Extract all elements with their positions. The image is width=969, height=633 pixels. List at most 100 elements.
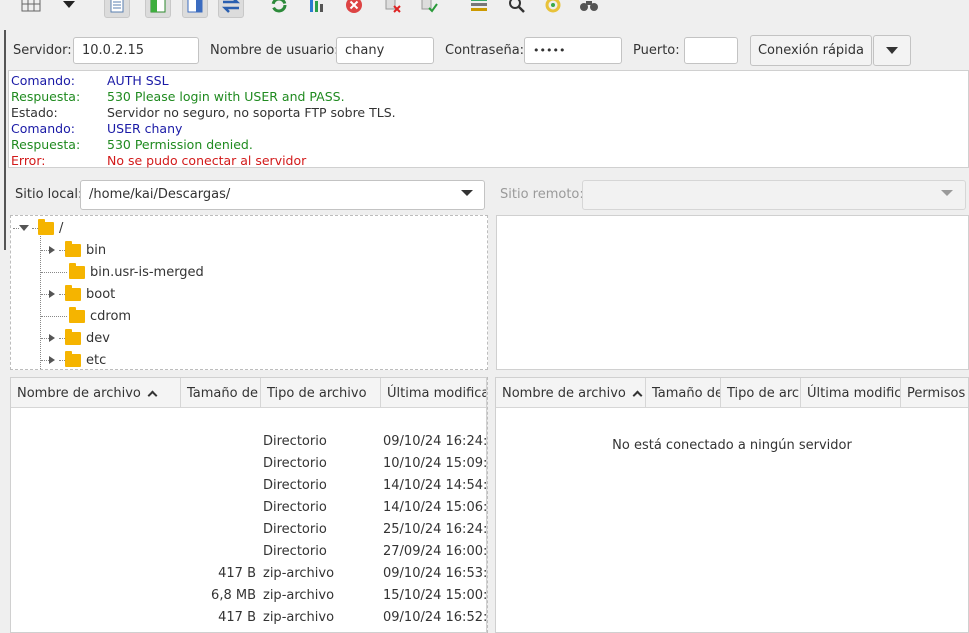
tree-node-label: bin.usr-is-merged: [90, 264, 204, 280]
collapsed-triangle-icon[interactable]: [49, 356, 55, 364]
log-message: 530 Please login with USER and PASS.: [107, 89, 345, 104]
remote-col-size[interactable]: Tamaño de: [646, 378, 721, 408]
file-type: Directorio: [263, 500, 327, 515]
collapsed-triangle-icon[interactable]: [49, 290, 55, 298]
reconnect-icon[interactable]: [416, 0, 442, 18]
col-modified[interactable]: Última modificació: [381, 378, 486, 408]
tree-node[interactable]: etc: [41, 349, 107, 369]
sort-ascending-icon: [147, 390, 158, 401]
find-files-icon[interactable]: [576, 0, 602, 18]
tree-node-label: etc: [86, 352, 107, 368]
tree-node[interactable]: bin: [41, 239, 106, 261]
toolbar: [0, 0, 969, 30]
remote-col-filename[interactable]: Nombre de archivo: [496, 378, 646, 408]
folder-icon: [69, 262, 85, 279]
log-type: Comando:: [11, 73, 75, 88]
col-size[interactable]: Tamaño de a: [181, 378, 261, 408]
log-message: AUTH SSL: [107, 73, 169, 88]
local-directory-tree[interactable]: / bin bin.usr-is-merged boot cdrom dev etc: [10, 215, 488, 370]
log-line: Comando: AUTH SSL: [9, 73, 968, 89]
file-row[interactable]: Spiegel Sans Trial FontsDirectorio10/10/…: [11, 453, 486, 475]
remote-col-permissions[interactable]: Permisos: [901, 378, 968, 408]
remote-file-list[interactable]: Nombre de archivo Tamaño de Tipo de arch…: [495, 377, 969, 633]
log-type: Estado:: [11, 105, 58, 120]
tree-node[interactable]: dev: [41, 327, 110, 349]
folder-icon: [65, 350, 81, 367]
chevron-down-icon[interactable]: [941, 190, 953, 196]
port-input[interactable]: [684, 37, 738, 64]
transfer-queue-icon[interactable]: [218, 0, 244, 18]
tree-connector: [41, 271, 67, 273]
compare-icon[interactable]: [540, 0, 566, 18]
tree-node[interactable]: /: [13, 217, 63, 239]
refresh-icon[interactable]: [266, 0, 292, 18]
tree-connector: [41, 249, 49, 251]
password-label: Contraseña:: [445, 43, 525, 58]
remote-directory-tree[interactable]: [496, 215, 969, 370]
sort-ascending-icon: [632, 390, 643, 401]
local-path-combo[interactable]: /home/kai/Descargas/: [80, 180, 485, 210]
remote-col-modified[interactable]: Última modifica: [801, 378, 901, 408]
folder-icon: [69, 306, 85, 323]
log-message: No se pudo conectar al servidor: [107, 153, 307, 168]
remote-col-type[interactable]: Tipo de arch: [721, 378, 801, 408]
toggle-remote-tree-icon[interactable]: [182, 0, 208, 18]
log-line: Error: No se pudo conectar al servidor: [9, 153, 968, 169]
dropdown-icon[interactable]: [56, 0, 82, 18]
file-row[interactable]: leagueOfLegendsDirectorio14/10/24 14:54:…: [11, 475, 486, 497]
process-queue-icon[interactable]: [304, 0, 330, 18]
tree-node-label: dev: [86, 330, 110, 346]
log-line: Respuesta: 530 Please login with USER and…: [9, 89, 968, 105]
file-type: Directorio: [263, 434, 327, 449]
file-type: Directorio: [263, 478, 327, 493]
tree-node[interactable]: cdrom: [41, 305, 131, 327]
collapsed-triangle-icon[interactable]: [49, 246, 55, 254]
message-log[interactable]: Comando: AUTH SSL Respuesta: 530 Please log…: [8, 70, 969, 168]
tree-connector: [41, 315, 67, 317]
tree-connector: [41, 359, 49, 361]
cancel-icon[interactable]: [341, 0, 367, 18]
file-type: zip-archivo: [263, 610, 335, 625]
file-type: Directorio: [263, 544, 327, 559]
log-type: Respuesta:: [11, 137, 81, 152]
username-input[interactable]: chany: [336, 37, 434, 64]
file-type: zip-archivo: [263, 566, 335, 581]
quickconnect-dropdown-button[interactable]: [873, 35, 911, 66]
file-size: 417 B: [218, 566, 256, 581]
file-row[interactable]: tor-browserDirectorio27/09/24 16:00:..: [11, 541, 486, 563]
chevron-down-icon[interactable]: [461, 190, 473, 196]
file-row[interactable]: phpDirectorio25/10/24 16:24:..: [11, 519, 486, 541]
disconnect-icon[interactable]: [380, 0, 406, 18]
server-input[interactable]: 10.0.2.15: [73, 37, 199, 64]
log-type: Comando:: [11, 121, 75, 136]
tree-node[interactable]: boot: [41, 283, 115, 305]
local-file-list[interactable]: Nombre de archivo Tamaño de a Tipo de ar…: [10, 377, 487, 633]
tree-connector: [41, 293, 49, 295]
remote-site-label: Sitio remoto:: [500, 187, 584, 202]
folder-icon: [65, 240, 81, 257]
collapsed-triangle-icon[interactable]: [49, 334, 55, 342]
file-row[interactable]: ..: [11, 409, 486, 431]
log-message: 530 Permission denied.: [107, 137, 253, 152]
toggle-log-icon[interactable]: [104, 0, 130, 18]
file-row[interactable]: Fonts_Package.zip417 Bzip-archivo09/10/2…: [11, 607, 486, 629]
site-manager-icon[interactable]: [18, 0, 44, 18]
file-row[interactable]: BeaufortForLoL-OTF.zip417 Bzip-archivo09…: [11, 563, 486, 585]
file-type: zip-archivo: [263, 588, 335, 603]
file-row[interactable]: Carpeta sin títuloDirectorio09/10/24 16:…: [11, 431, 486, 453]
search-icon[interactable]: [504, 0, 530, 18]
password-input[interactable]: •••••: [524, 37, 622, 64]
col-filename[interactable]: Nombre de archivo: [11, 378, 181, 408]
file-row[interactable]: lolDirectorio14/10/24 15:06:..: [11, 497, 486, 519]
file-type: Directorio: [263, 522, 327, 537]
file-modified: 14/10/24 15:06:..: [383, 500, 487, 515]
folder-icon: [65, 328, 81, 345]
toggle-local-tree-icon[interactable]: [145, 0, 171, 18]
col-type[interactable]: Tipo de archivo: [261, 378, 381, 408]
remote-path-combo[interactable]: [582, 180, 966, 210]
quickconnect-bar: Servidor: 10.0.2.15 Nombre de usuario: c…: [0, 33, 969, 69]
directory-listing-filters-icon[interactable]: [466, 0, 492, 18]
tree-node[interactable]: bin.usr-is-merged: [41, 261, 204, 283]
file-row[interactable]: DPL_A_KAI-main.zip6,8 MBzip-archivo15/10…: [11, 585, 486, 607]
quickconnect-button[interactable]: Conexión rápida: [750, 35, 872, 66]
